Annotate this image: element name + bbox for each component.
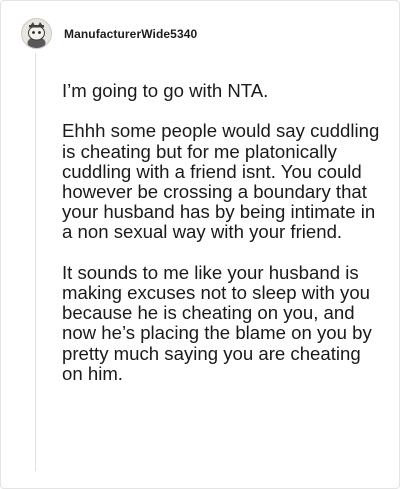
comment-paragraph: I’m going to go with NTA.: [62, 80, 269, 101]
comment-header: ManufacturerWide5340: [21, 18, 197, 49]
thread-line[interactable]: [35, 53, 36, 471]
avatar-figure: [27, 22, 46, 48]
comment-paragraph: Ehhh some people would say cuddling is c…: [62, 120, 380, 243]
snoo-avatar-icon[interactable]: [21, 18, 52, 49]
comment-paragraph: It sounds to me like your husband is mak…: [62, 261, 372, 384]
comment-card: ManufacturerWide5340 I’m going to go wit…: [0, 0, 400, 489]
comment-body: I’m going to go with NTA. Ehhh some peop…: [62, 80, 384, 384]
comment-author[interactable]: ManufacturerWide5340: [64, 27, 197, 41]
